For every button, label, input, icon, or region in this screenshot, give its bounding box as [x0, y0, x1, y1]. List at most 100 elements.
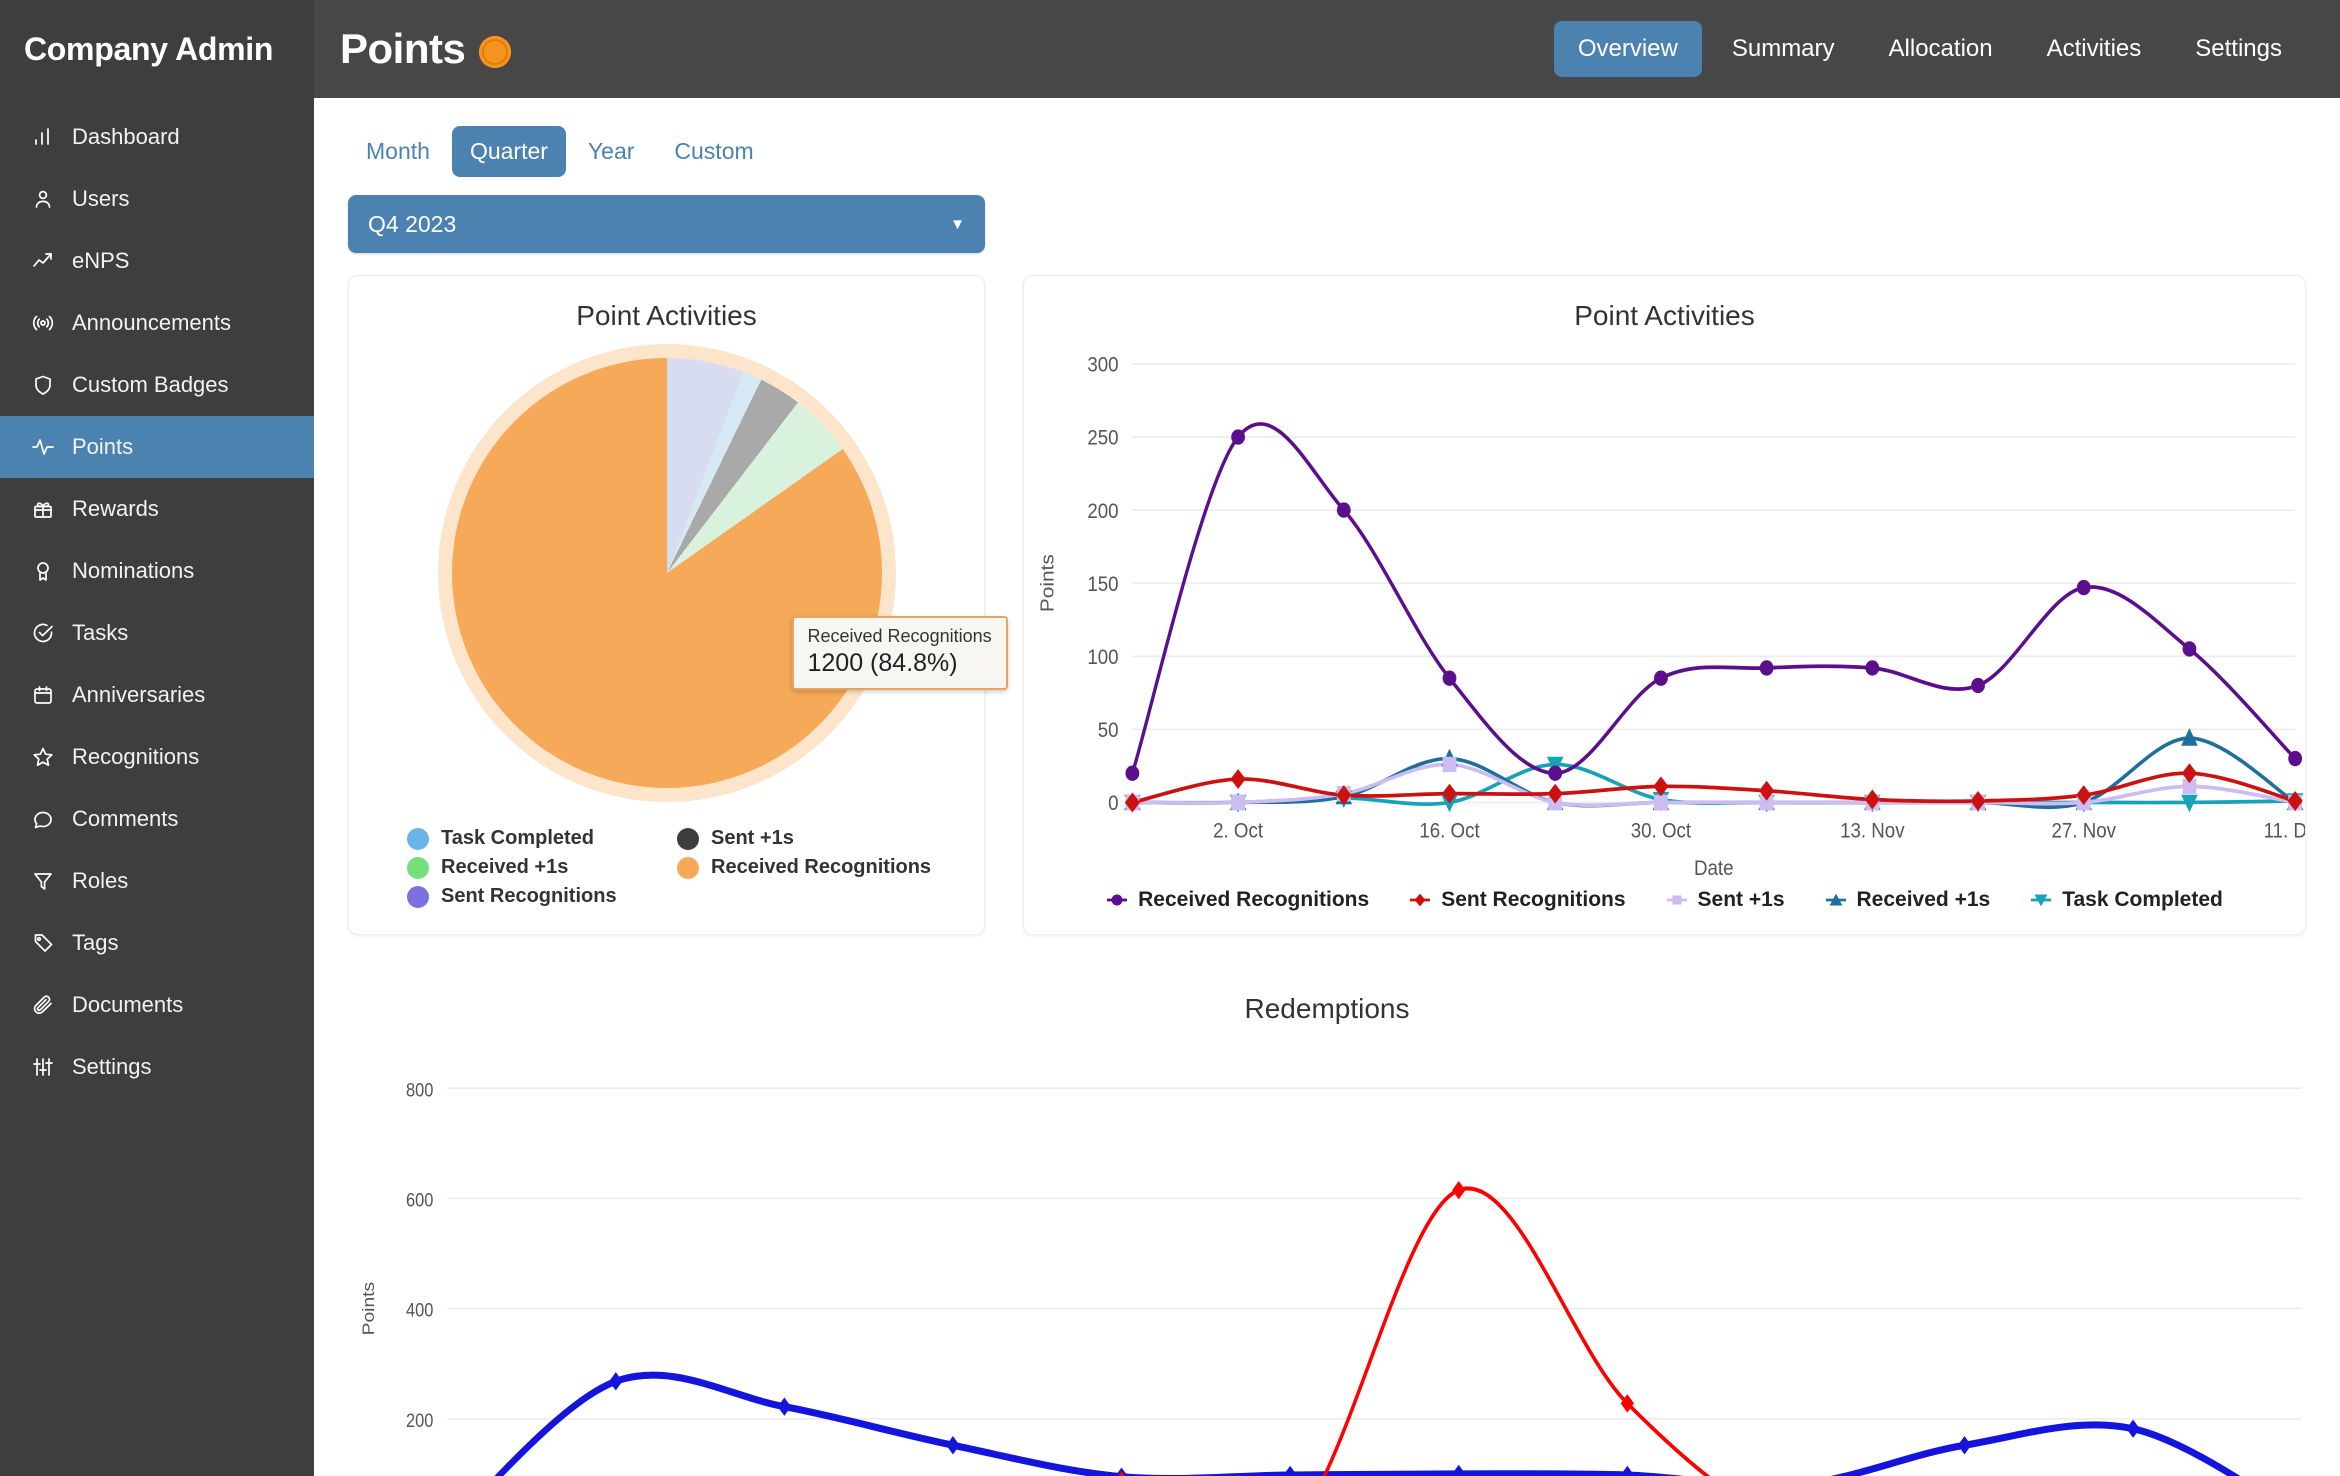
period-select[interactable]: Q4 2023 ▼ [348, 195, 985, 253]
pie-chart-card: Point Activities Received Recognitions 1… [348, 275, 1008, 935]
sidebar-item-comments[interactable]: Comments [0, 788, 314, 850]
svg-text:400: 400 [406, 1299, 433, 1321]
pie-chart[interactable]: Received Recognitions 1200 (84.8%) [437, 344, 1008, 802]
legend-label: Task Completed [441, 827, 594, 849]
sliders-icon [30, 1054, 56, 1080]
legend-item[interactable]: Sent +1s [677, 827, 944, 850]
legend-item[interactable]: Sent Recognitions [407, 885, 667, 908]
sidebar-item-label: Settings [72, 1054, 152, 1079]
sidebar-item-tasks[interactable]: Tasks [0, 602, 314, 664]
line-chart-legend: Received Recognitions Sent Recognitions … [1024, 888, 2305, 912]
legend-marker-icon [2031, 894, 2052, 907]
legend-item[interactable]: Received Recognitions [1106, 888, 1369, 912]
legend-marker-icon [1666, 895, 1687, 905]
range-month-button[interactable]: Month [348, 126, 448, 177]
svg-text:Points: Points [1037, 554, 1058, 612]
chevron-down-icon: ▼ [950, 215, 965, 233]
range-segmented-control: Month Quarter Year Custom [348, 126, 2306, 177]
pie-slices [451, 358, 882, 788]
legend-item[interactable]: Received +1s [407, 856, 667, 879]
check-circle-icon [30, 620, 56, 646]
range-custom-button[interactable]: Custom [656, 126, 771, 177]
legend-item[interactable]: Sent +1s [1666, 888, 1785, 912]
sidebar-item-label: Anniversaries [72, 682, 206, 707]
sidebar-item-custom-badges[interactable]: Custom Badges [0, 354, 314, 416]
svg-text:16. Oct: 16. Oct [1419, 820, 1480, 843]
redemptions-chart-title: Redemptions [1244, 993, 1410, 1024]
pie-chart-title: Point Activities [576, 300, 757, 331]
legend-item[interactable]: Sent Recognitions [1409, 888, 1626, 912]
sidebar-item-recognitions[interactable]: Recognitions [0, 726, 314, 788]
svg-text:50: 50 [1098, 719, 1119, 742]
svg-text:Date: Date [1694, 857, 1734, 880]
sidebar-item-users[interactable]: Users [0, 168, 314, 230]
range-year-button[interactable]: Year [570, 126, 652, 177]
sidebar-item-label: Comments [72, 806, 179, 831]
sidebar: Company Admin Dashboard Users eNPS Annou… [0, 0, 314, 1476]
tab-allocation[interactable]: Allocation [1865, 21, 2017, 77]
legend-item[interactable]: Task Completed [407, 827, 667, 850]
legend-marker-icon [1410, 893, 1431, 907]
sidebar-item-settings[interactable]: Settings [0, 1036, 314, 1098]
tab-summary[interactable]: Summary [1708, 21, 1859, 77]
sidebar-item-enps[interactable]: eNPS [0, 230, 314, 292]
sidebar-item-announcements[interactable]: Announcements [0, 292, 314, 354]
legend-item[interactable]: Task Completed [2030, 888, 2223, 912]
legend-label: Received +1s [441, 856, 569, 878]
top-nav: Overview Summary Allocation Activities S… [1553, 21, 2306, 77]
svg-text:200: 200 [406, 1410, 433, 1432]
tab-overview[interactable]: Overview [1553, 21, 1702, 77]
sidebar-item-tags[interactable]: Tags [0, 912, 314, 974]
trend-up-icon [30, 248, 56, 274]
sidebar-item-rewards[interactable]: Rewards [0, 478, 314, 540]
sidebar-item-documents[interactable]: Documents [0, 974, 314, 1036]
legend-swatch [677, 856, 699, 879]
line-chart[interactable]: 0 50 100 150 200 250 300 Points 2. Oct 16. Oct 30.… [1024, 342, 2305, 934]
range-quarter-button[interactable]: Quarter [451, 126, 566, 177]
legend-swatch [407, 827, 429, 850]
svg-text:13. Nov: 13. Nov [1840, 820, 1905, 843]
legend-item[interactable]: Received Recognitions [677, 856, 944, 879]
svg-text:100: 100 [1087, 646, 1118, 669]
brand-title: Company Admin [24, 30, 274, 67]
broadcast-icon [30, 310, 56, 336]
redemptions-chart-card: Redemptions 200 400 600 800 Points [348, 969, 2306, 1476]
svg-text:11. Dec: 11. Dec [2264, 820, 2305, 843]
legend-marker-icon [1825, 893, 1846, 906]
legend-item[interactable]: Received +1s [1825, 888, 1990, 912]
comment-icon [30, 806, 56, 832]
redemptions-chart[interactable]: 200 400 600 800 Points [348, 1023, 2306, 1476]
sidebar-item-label: Documents [72, 992, 184, 1017]
top-header: Points Overview Summary Allocation Activ… [314, 0, 2340, 98]
sidebar-item-roles[interactable]: Roles [0, 850, 314, 912]
legend-label: Sent +1s [711, 827, 794, 849]
tab-activities[interactable]: Activities [2023, 21, 2166, 77]
sidebar-item-label: Nominations [72, 558, 195, 583]
line-chart-card: Point Activities 0 50 100 150 200 250 300 Point… [1023, 275, 2306, 935]
legend-label: Received Recognitions [1138, 888, 1370, 911]
sidebar-item-points[interactable]: Points [0, 416, 314, 478]
sidebar-item-nominations[interactable]: Nominations [0, 540, 314, 602]
sidebar-item-dashboard[interactable]: Dashboard [0, 106, 314, 168]
activity-icon [30, 434, 56, 460]
svg-text:600: 600 [406, 1189, 433, 1211]
svg-text:Points: Points [359, 1282, 377, 1335]
svg-text:30. Oct: 30. Oct [1631, 820, 1692, 843]
sidebar-item-anniversaries[interactable]: Anniversaries [0, 664, 314, 726]
page-title: Points [340, 25, 512, 73]
user-icon [30, 186, 56, 212]
funnel-icon [30, 868, 56, 894]
tab-settings[interactable]: Settings [2171, 21, 2306, 77]
main-area: Points Overview Summary Allocation Activ… [314, 0, 2340, 1476]
sidebar-item-label: eNPS [72, 248, 130, 273]
line-chart-title: Point Activities [1574, 300, 1755, 331]
app-root: Company Admin Dashboard Users eNPS Annou… [0, 0, 2340, 1476]
pie-legend: Task Completed Sent +1s Received +1s Rec… [407, 827, 944, 908]
svg-text:2. Oct: 2. Oct [1213, 820, 1263, 843]
legend-label: Received Recognitions [711, 856, 932, 878]
sidebar-nav: Dashboard Users eNPS Announcements Custo… [0, 106, 314, 1098]
period-select-value: Q4 2023 [368, 210, 457, 237]
legend-marker-icon [1107, 894, 1128, 906]
content-area: Month Quarter Year Custom Q4 2023 ▼ Poin… [314, 98, 2340, 1476]
legend-label: Sent Recognitions [1441, 888, 1626, 911]
